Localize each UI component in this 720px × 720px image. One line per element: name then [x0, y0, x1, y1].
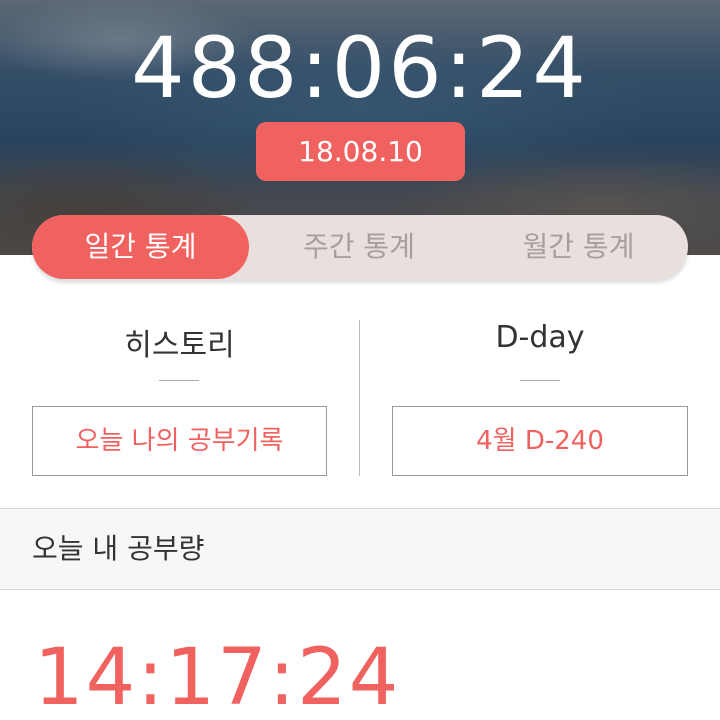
stats-tab-bar: 일간 통계 주간 통계 월간 통계: [32, 215, 688, 279]
history-title: 히스토리: [124, 328, 235, 363]
today-study-section-header: 오늘 내 공부량: [0, 508, 720, 590]
dday-title: D-day: [495, 320, 585, 355]
today-study-time: 14:17:24: [34, 633, 401, 720]
dday-title-underline: [520, 380, 560, 381]
tab-weekly-stats[interactable]: 주간 통계: [249, 215, 469, 279]
column-divider: [359, 320, 360, 476]
total-study-timer: 488:06:24: [131, 19, 589, 117]
dday-button[interactable]: 4월 D-240: [392, 406, 688, 476]
tab-monthly-stats[interactable]: 월간 통계: [469, 215, 688, 279]
date-badge[interactable]: 18.08.10: [256, 122, 465, 181]
tab-daily-stats[interactable]: 일간 통계: [32, 215, 249, 279]
history-title-underline: [159, 380, 199, 381]
today-study-record-button[interactable]: 오늘 나의 공부기록: [32, 406, 327, 476]
